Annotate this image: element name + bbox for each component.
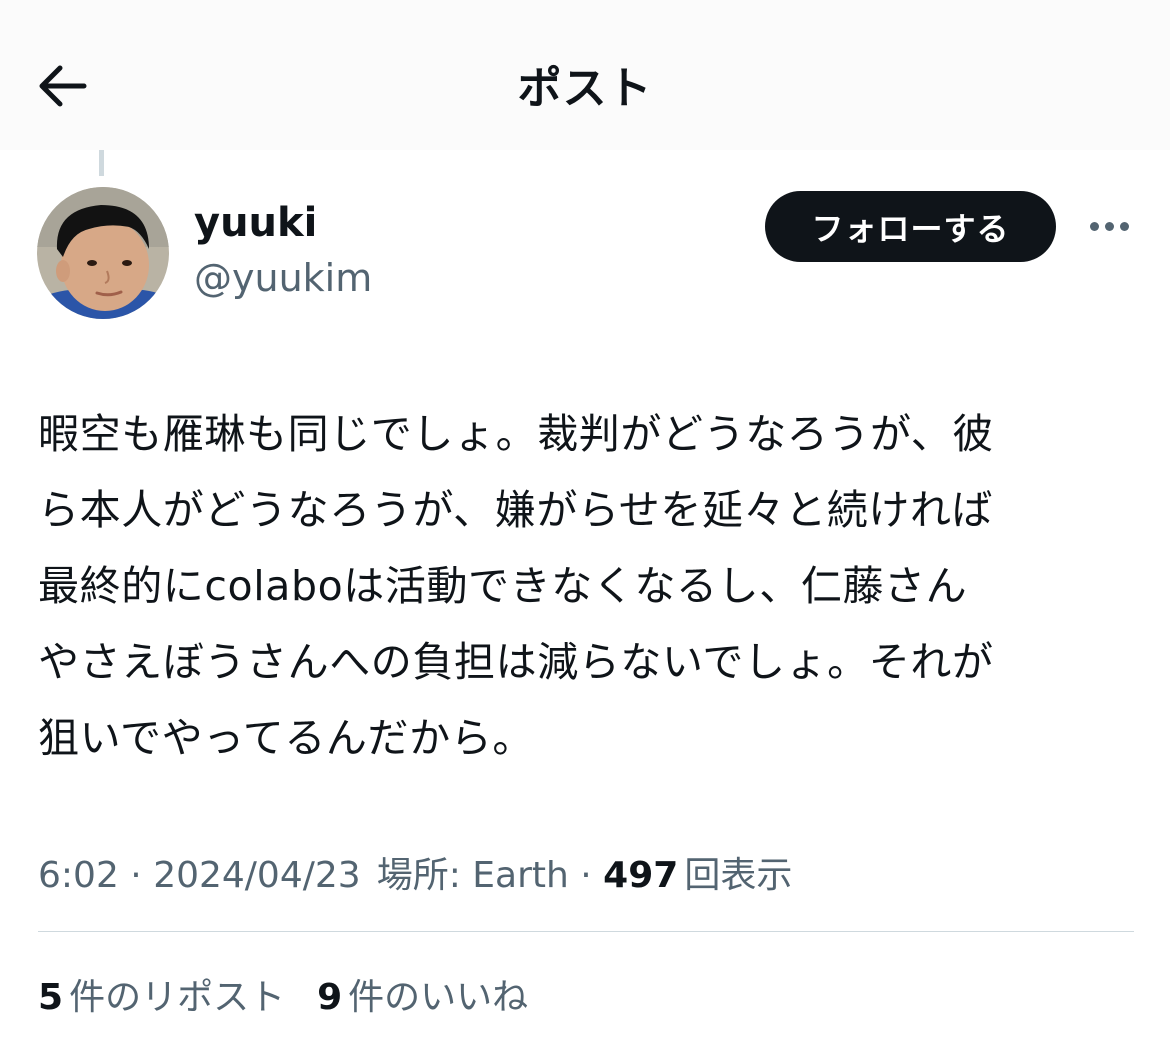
thread-line	[99, 150, 104, 176]
meta-separator: ·	[568, 855, 604, 896]
post-meta: 6:02 · 2024/04/23 場所: Earth · 497 回表示	[38, 846, 792, 898]
likes-count: 9	[317, 977, 343, 1018]
avatar-image	[37, 187, 169, 319]
view-count: 497	[603, 855, 679, 896]
post-text: 暇空も雁琳も同じでしょ。裁判がどうなろうが、彼 ら本人がどうなろうが、嫌がらせを…	[38, 396, 1138, 776]
post-date[interactable]: 2024/04/23	[153, 855, 361, 896]
divider	[38, 931, 1134, 932]
user-handle[interactable]: @yuukim	[194, 256, 372, 300]
display-name[interactable]: yuuki	[194, 200, 317, 246]
post-time[interactable]: 6:02	[38, 855, 119, 896]
reposts-count: 5	[38, 977, 64, 1018]
avatar[interactable]	[37, 187, 169, 319]
post-stats: 5 件のリポスト 9 件のいいね	[38, 968, 528, 1020]
post-text-line: 暇空も雁琳も同じでしょ。裁判がどうなろうが、彼	[38, 410, 994, 458]
view-count-label: 回表示	[684, 855, 793, 896]
post-text-line: ら本人がどうなろうが、嫌がらせを延々と続ければ	[38, 486, 994, 534]
reposts-label: 件のリポスト	[69, 977, 286, 1018]
post-text-line: やさえぼうさんへの負担は減らないでしょ。それが	[38, 638, 994, 686]
reposts-stat[interactable]: 5 件のリポスト	[38, 968, 285, 1020]
ellipsis-icon	[1089, 221, 1129, 231]
follow-button[interactable]: フォローする	[765, 191, 1056, 262]
more-options-button[interactable]	[1082, 206, 1136, 246]
post-location: 場所: Earth	[376, 855, 569, 896]
header-bar: ポスト	[0, 0, 1170, 150]
meta-separator: ·	[118, 855, 154, 896]
likes-stat[interactable]: 9 件のいいね	[317, 968, 528, 1020]
post-text-line: 狙いでやってるんだから。	[38, 714, 534, 762]
likes-label: 件のいいね	[348, 977, 529, 1018]
post-text-line: 最終的にcolaboは活動できなくなるし、仁藤さん	[38, 562, 968, 610]
page-title: ポスト	[517, 63, 653, 114]
